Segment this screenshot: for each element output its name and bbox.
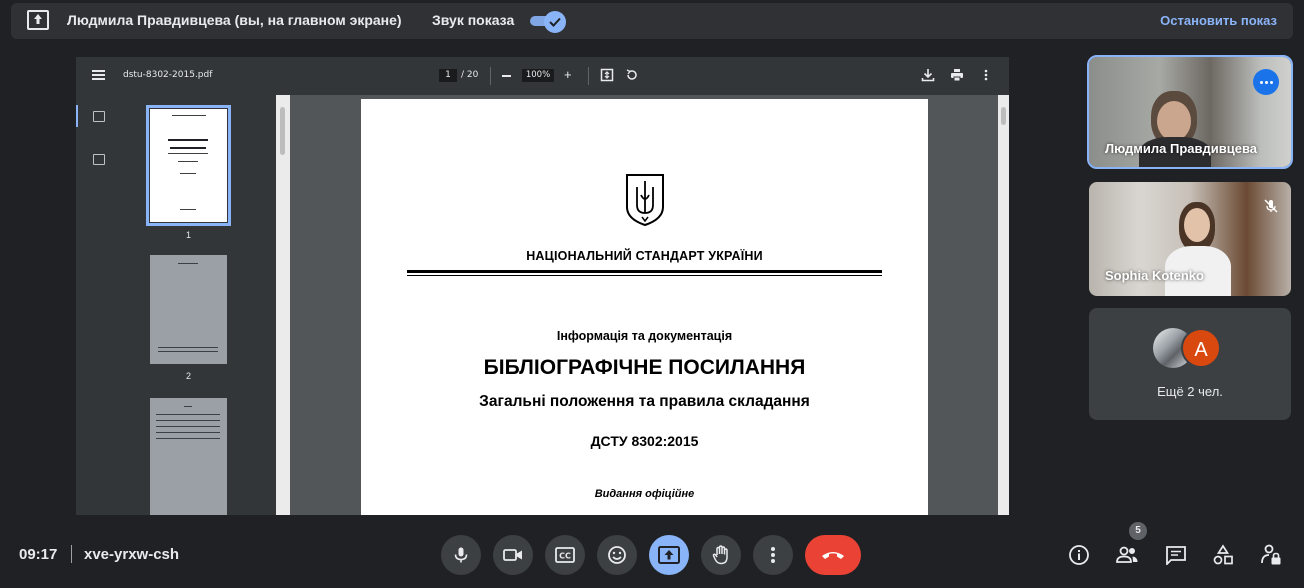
chat-button[interactable] [1164,543,1188,567]
thumbnail-page-3[interactable] [150,398,227,515]
download-icon[interactable] [921,68,935,82]
thumbnails-icon[interactable] [93,111,105,122]
edition-note: Видання офіційне [594,488,695,500]
page-total: / 20 [461,70,479,80]
document-scrollbar[interactable] [998,95,1009,515]
thumbnail-scrollbar[interactable] [276,95,290,515]
participant-name: Sophia Kotenko [1105,268,1204,283]
participant-name: Людмила Правдивцева [1105,141,1258,156]
more-options-icon[interactable] [1253,69,1279,95]
more-participants-label: Ещё 2 чел. [1157,384,1223,399]
present-screen-icon [27,10,49,30]
document-title: БІБЛІОГРАФІЧНЕ ПОСИЛАННЯ [483,356,806,379]
participant-tile-self[interactable]: Людмила Правдивцева [1087,55,1293,169]
camera-icon [503,549,522,561]
microphone-icon [454,547,468,563]
leave-call-button[interactable] [805,535,861,575]
page-number-input[interactable]: 1 [439,69,457,82]
standard-code: ДСТУ 8302:2015 [590,433,699,449]
info-icon [1069,545,1089,565]
hang-up-icon [822,552,844,559]
clock: 09:17 [19,546,58,563]
captions-button[interactable]: CC [545,535,585,575]
more-vert-icon[interactable] [979,68,993,82]
print-icon[interactable] [950,68,964,82]
sound-toggle[interactable] [530,11,566,33]
presenting-bar: Людмила Правдивцева (вы, на главном экра… [11,3,1293,39]
chat-icon [1166,546,1186,565]
menu-icon[interactable] [92,70,105,80]
more-options-button[interactable] [753,535,793,575]
pdf-file-name: dstu-8302-2015.pdf [123,70,213,80]
svg-text:CC: CC [559,552,571,561]
fit-page-icon[interactable] [600,68,614,82]
participant-tile[interactable]: Sophia Kotenko [1089,182,1291,296]
zoom-in-button[interactable]: + [564,68,574,81]
document-subtitle: Загальні положення та правила складання [479,393,810,410]
present-screen-icon [658,546,680,564]
emoji-button[interactable] [597,535,637,575]
activities-icon [1213,544,1233,565]
raise-hand-button[interactable] [701,535,741,575]
check-icon [544,11,566,33]
lock-person-icon [1261,544,1281,565]
rotate-icon[interactable] [625,68,639,82]
avatar: A [1181,328,1221,368]
activities-button[interactable] [1211,543,1235,567]
pdf-page: НАЦІОНАЛЬНИЙ СТАНДАРТ УКРАЇНИ Інформація… [361,99,928,515]
closed-captions-icon: CC [555,547,575,563]
zoom-input[interactable]: 100% [522,69,554,82]
thumbnail-page-2[interactable] [150,255,227,364]
raise-hand-icon [712,545,728,565]
pdf-viewer: dstu-8302-2015.pdf 1 / 20 100% + 1 2 НАЦ… [76,57,1009,515]
people-icon [1116,546,1138,563]
zoom-out-button[interactable] [502,69,512,81]
document-category: Інформація та документація [556,329,733,343]
pdf-toolbar: dstu-8302-2015.pdf 1 / 20 100% + [76,57,1009,95]
standard-heading: НАЦІОНАЛЬНИЙ СТАНДАРТ УКРАЇНИ [526,249,763,263]
host-controls-button[interactable] [1259,543,1283,567]
meeting-code: xve-yrxw-csh [84,546,180,563]
thumbnail-label: 2 [185,371,191,381]
meeting-details-button[interactable] [1067,543,1091,567]
thumbnail-panel: 1 2 [76,95,276,515]
sound-label: Звук показа [432,12,515,28]
mic-off-icon [1264,199,1278,213]
emoji-icon [608,546,626,564]
presenter-name: Людмила Правдивцева (вы, на главном экра… [67,12,402,28]
stop-presenting-button[interactable]: Остановить показ [1160,13,1277,28]
people-button[interactable] [1115,543,1139,567]
more-participants-tile[interactable]: A Ещё 2 чел. [1089,308,1291,420]
coat-of-arms-icon [626,174,664,227]
outline-icon[interactable] [93,154,105,165]
thumbnail-label: 1 [185,230,191,240]
microphone-button[interactable] [441,535,481,575]
present-now-button[interactable] [649,535,689,575]
participant-count-badge: 5 [1129,522,1147,540]
more-vert-icon [771,547,775,563]
camera-button[interactable] [493,535,533,575]
thumbnail-page-1[interactable] [146,105,231,226]
